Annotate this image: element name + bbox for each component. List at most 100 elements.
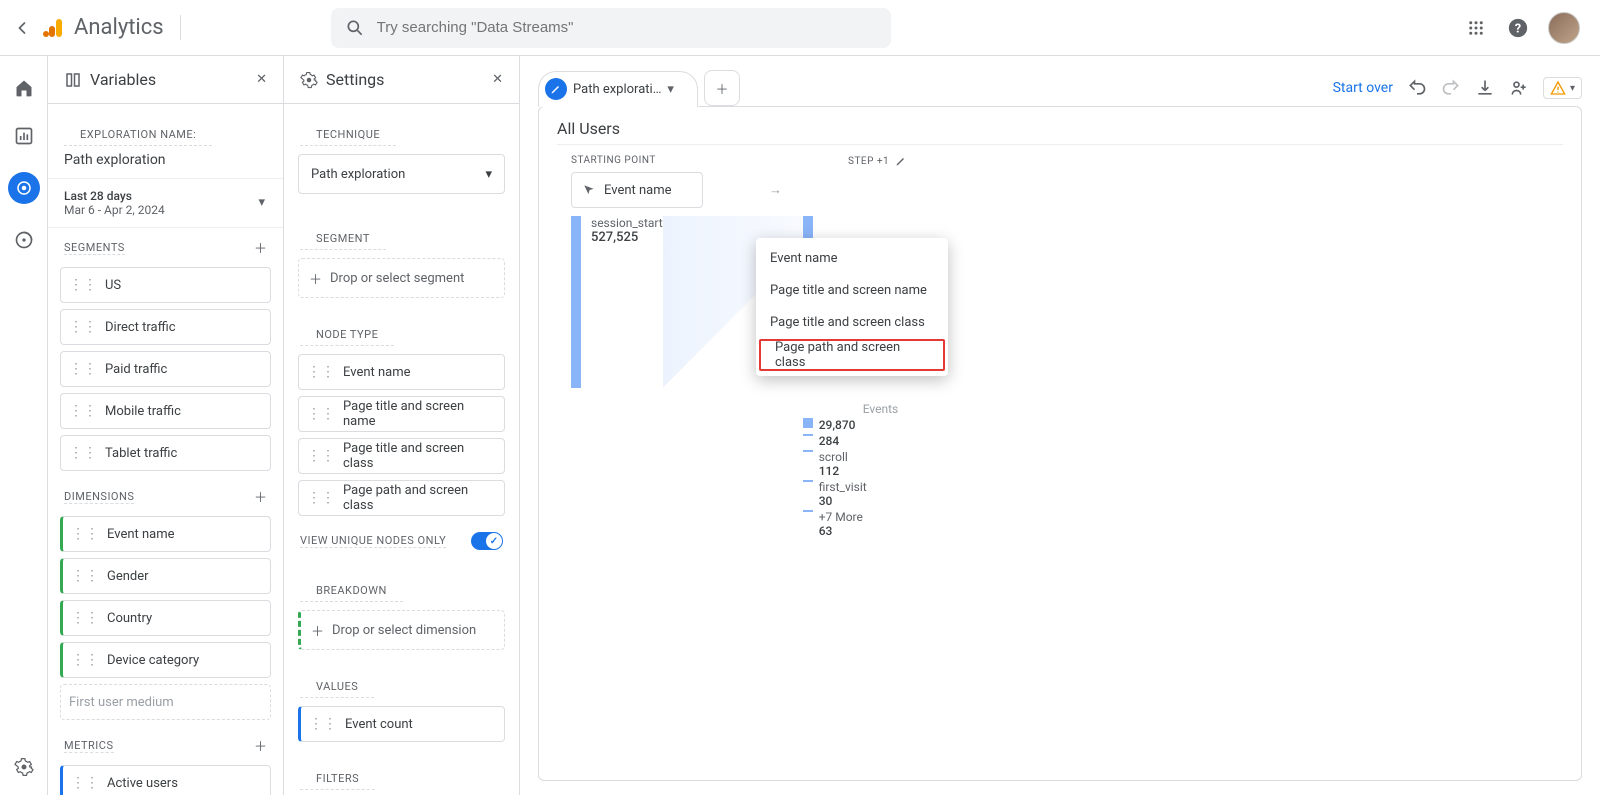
variables-close-icon[interactable]: ✕ (256, 72, 267, 87)
share-icon[interactable] (1509, 78, 1529, 98)
tab-title: Path explorati… (573, 82, 661, 97)
add-dimension-button[interactable]: ＋ (254, 487, 267, 506)
dimension-chip-ghost[interactable]: First user medium (60, 684, 271, 720)
popover-item[interactable]: Page title and screen class (756, 306, 948, 338)
analytics-logo-icon (42, 16, 66, 40)
product-name: Analytics (74, 15, 164, 40)
segment-section-label: SEGMENT (300, 220, 386, 250)
popover-item[interactable]: Page title and screen name (756, 274, 948, 306)
dimensions-list: ⋮⋮Event name ⋮⋮Gender ⋮⋮Country ⋮⋮Device… (48, 510, 283, 726)
node-type-chip[interactable]: ⋮⋮Page title and screen class (298, 438, 505, 474)
drag-handle-icon: ⋮⋮ (307, 448, 335, 464)
view-unique-toggle-row: VIEW UNIQUE NODES ONLY (284, 522, 519, 560)
flow-bar (803, 434, 813, 436)
dimension-chip[interactable]: ⋮⋮Event name (60, 516, 271, 552)
date-range-label: Last 28 days (64, 189, 267, 203)
drag-handle-icon: ⋮⋮ (71, 568, 99, 584)
nav-home-icon[interactable] (12, 76, 36, 100)
technique-select[interactable]: Path exploration ▾ (298, 154, 505, 194)
breakdown-label: BREAKDOWN (300, 572, 403, 602)
pencil-icon (545, 78, 567, 100)
variables-header: Variables ✕ (48, 56, 283, 104)
node-type-label: NODE TYPE (300, 316, 394, 346)
download-icon[interactable] (1475, 78, 1495, 98)
exploration-tab[interactable]: Path explorati… ▾ (538, 71, 698, 107)
metric-chip[interactable]: ⋮⋮Active users (60, 765, 271, 795)
segment-chip[interactable]: ⋮⋮Tablet traffic (60, 435, 271, 471)
settings-close-icon[interactable]: ✕ (492, 72, 503, 87)
chevron-down-icon[interactable]: ▾ (667, 82, 674, 97)
warning-dropdown[interactable]: ▾ (1543, 77, 1582, 99)
chevron-down-icon: ▾ (485, 167, 492, 182)
dimension-chip[interactable]: ⋮⋮Country (60, 600, 271, 636)
dimension-chip[interactable]: ⋮⋮Device category (60, 642, 271, 678)
popover-item-highlighted[interactable]: Page path and screen class (759, 339, 945, 371)
start-over-button[interactable]: Start over (1333, 80, 1393, 96)
starting-point-label: STARTING POINT (571, 155, 703, 166)
undo-icon[interactable] (1407, 78, 1427, 98)
flow-bar (803, 510, 813, 512)
node-type-chip[interactable]: ⋮⋮Page title and screen name (298, 396, 505, 432)
segment-chip[interactable]: ⋮⋮Paid traffic (60, 351, 271, 387)
start-node-value: 527,525 (591, 230, 663, 245)
flow-node[interactable]: 284 (803, 434, 899, 448)
segment-drop-area[interactable]: ＋ Drop or select segment (298, 258, 505, 298)
apps-icon[interactable] (1464, 16, 1488, 40)
node-type-chip[interactable]: ⋮⋮Page path and screen class (298, 480, 505, 516)
popover-item[interactable]: Event name (756, 242, 948, 274)
dimension-chip[interactable]: ⋮⋮Gender (60, 558, 271, 594)
values-chip[interactable]: ⋮⋮Event count (298, 706, 505, 742)
user-avatar[interactable] (1548, 12, 1580, 44)
chevron-down-icon: ▾ (258, 195, 265, 210)
view-unique-label: VIEW UNIQUE NODES ONLY (300, 534, 446, 548)
nav-reports-icon[interactable] (12, 124, 36, 148)
add-tab-button[interactable]: ＋ (704, 70, 740, 106)
segment-chip[interactable]: ⋮⋮Mobile traffic (60, 393, 271, 429)
exploration-name-input[interactable]: Path exploration (48, 148, 283, 179)
nav-explore-icon[interactable] (8, 172, 40, 204)
view-unique-toggle[interactable] (471, 532, 503, 550)
flow-node[interactable]: 29,870 (803, 418, 899, 432)
drag-handle-icon: ⋮⋮ (71, 652, 99, 668)
back-button[interactable] (10, 16, 34, 40)
redo-icon[interactable] (1441, 78, 1461, 98)
start-node-type: Event name (604, 183, 672, 198)
help-icon[interactable]: ? (1506, 16, 1530, 40)
breakdown-drop-area[interactable]: ＋ Drop or select dimension (298, 610, 505, 650)
nav-admin-icon[interactable] (12, 755, 36, 779)
drag-handle-icon: ⋮⋮ (71, 775, 99, 791)
flow-node[interactable]: first_visit30 (803, 480, 899, 508)
canvas-toolbar: Start over ▾ (1333, 77, 1582, 99)
flow-bar (803, 450, 813, 452)
events-group-label: Events (863, 402, 899, 416)
node-type-chip[interactable]: ⋮⋮Event name (298, 354, 505, 390)
start-node[interactable]: session_start 527,525 (571, 216, 663, 540)
search-input[interactable] (377, 19, 877, 36)
chart-container: All Users STARTING POINT Event name → ST… (538, 106, 1582, 781)
edit-icon[interactable] (895, 155, 907, 167)
search-bar[interactable] (331, 8, 891, 48)
product-logo-block: Analytics (42, 15, 181, 40)
cursor-icon (582, 183, 596, 197)
segment-chip[interactable]: ⋮⋮Direct traffic (60, 309, 271, 345)
flow-bar (803, 480, 813, 482)
step1-label: STEP +1 (848, 156, 889, 167)
app-header: Analytics ? (0, 0, 1600, 56)
segment-chip[interactable]: ⋮⋮US (60, 267, 271, 303)
add-segment-button[interactable]: ＋ (254, 238, 267, 257)
svg-text:?: ? (1515, 21, 1521, 36)
flow-node-more[interactable]: +7 More63 (803, 510, 899, 538)
plus-icon: ＋ (309, 269, 322, 288)
variables-icon (64, 71, 82, 89)
path-flow: session_start 527,525 Events 29,870 284 … (571, 216, 1563, 540)
nav-advertising-icon[interactable] (12, 228, 36, 252)
drag-handle-icon: ⋮⋮ (69, 277, 97, 293)
flow-node[interactable]: scroll112 (803, 450, 899, 478)
flow-bar (803, 418, 813, 428)
starting-point-chip[interactable]: Event name (571, 172, 703, 208)
settings-header: Settings ✕ (284, 56, 519, 104)
values-label: VALUES (300, 668, 374, 698)
add-metric-button[interactable]: ＋ (254, 736, 267, 755)
date-range-picker[interactable]: Last 28 days Mar 6 - Apr 2, 2024 ▾ (48, 179, 283, 228)
start-node-name: session_start (591, 216, 663, 230)
